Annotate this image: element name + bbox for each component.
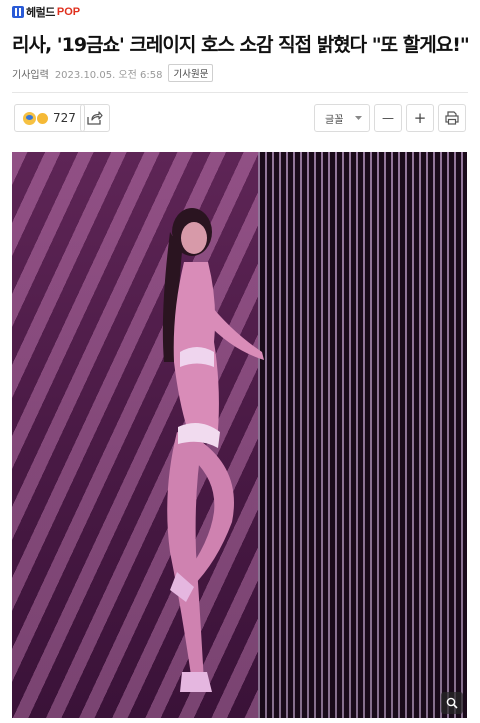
smile-emoji-icon [36,111,49,125]
minus-icon: — [382,111,394,125]
print-icon [445,111,459,125]
logo-mark-icon [12,6,24,18]
divider [12,92,468,93]
logo-name: 헤럴드 [26,6,55,19]
zoom-button[interactable] [441,692,463,714]
logo-suffix: POP [56,6,81,18]
bead-curtain [258,152,467,718]
dancer-figure [162,208,264,692]
surprised-emoji-icon [23,111,36,125]
share-icon [87,111,103,125]
increase-font-button[interactable]: + [406,104,434,132]
decrease-font-button[interactable]: — [374,104,402,132]
original-article-link[interactable]: 기사원문 [168,64,214,82]
meta-label: 기사입력 [12,69,49,81]
zoom-icon [446,697,458,709]
share-button[interactable] [80,104,110,132]
article-meta: 기사입력 2023.10.05. 오전 6:58 기사원문 [12,64,214,82]
plus-icon: + [413,109,427,127]
reaction-button[interactable]: 727 [14,104,85,132]
publish-date: 2023.10.05. 오전 6:58 [54,69,163,81]
article-headline: 리사, '19금쇼' 크레이지 호스 소감 직접 밝혔다 "또 할게요!" [12,34,470,56]
article-tools: 글꼴 — + [314,104,466,132]
article-photo[interactable] [12,152,467,718]
chevron-down-icon [355,115,362,120]
reaction-count: 727 [53,111,76,125]
font-select-label: 글꼴 [325,114,344,126]
font-select[interactable]: 글꼴 [314,104,370,132]
site-logo[interactable]: 헤럴드 POP [12,4,80,20]
print-button[interactable] [438,104,466,132]
